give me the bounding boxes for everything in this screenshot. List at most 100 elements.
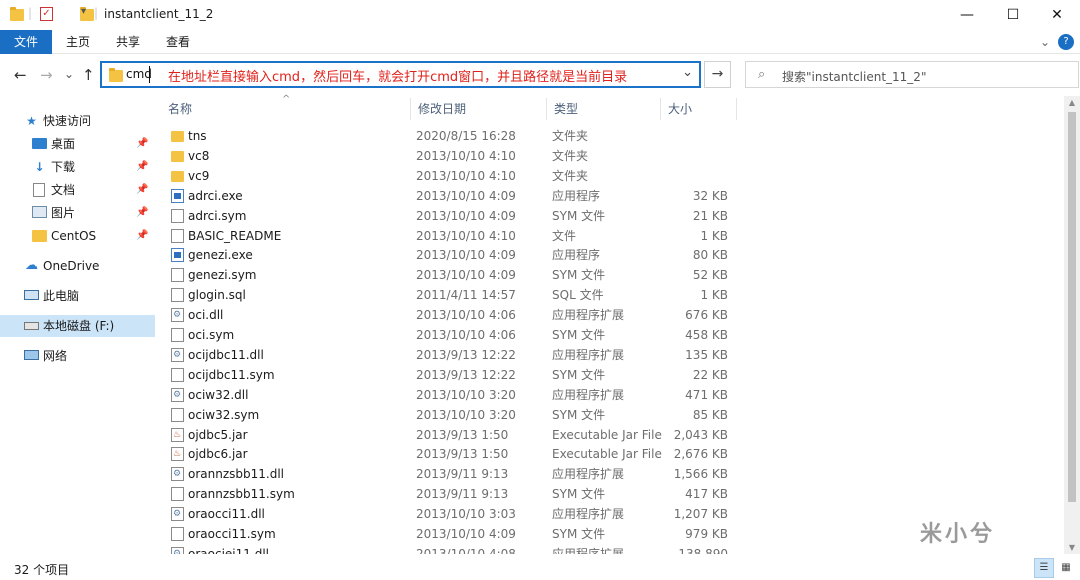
file-date: 2013/10/10 3:03 — [416, 507, 516, 522]
dll-icon — [171, 504, 184, 524]
file-row[interactable]: adrci.exe 2013/10/10 4:09 应用程序 32 KB — [160, 186, 1068, 206]
file-row[interactable]: ociw32.sym 2013/10/10 3:20 SYM 文件 85 KB — [160, 405, 1068, 425]
file-row[interactable]: vc8 2013/10/10 4:10 文件夹 — [160, 146, 1068, 166]
address-bar[interactable]: cmd 在地址栏直接输入cmd，然后回车，就会打开cmd窗口，并且路径就是当前目… — [100, 61, 701, 88]
file-size: 417 KB — [685, 487, 728, 502]
customize-toolbar-icon[interactable]: ▾ — [81, 6, 86, 24]
collapse-ribbon-icon[interactable]: ⌄ — [1038, 30, 1052, 54]
sidebar-item-network[interactable]: 网络 — [0, 345, 155, 367]
file-size: 979 KB — [685, 527, 728, 541]
file-row[interactable]: ocijdbc11.dll 2013/9/13 12:22 应用程序扩展 135 KB — [160, 345, 1068, 365]
pin-icon[interactable]: 📌 — [136, 202, 148, 224]
scroll-thumb[interactable] — [1068, 112, 1076, 502]
details-view-icon[interactable]: ☰ — [1034, 558, 1054, 578]
column-size[interactable]: 大小 — [660, 96, 736, 122]
scroll-up-icon[interactable]: ▲ — [1064, 98, 1080, 107]
recent-locations-button[interactable]: ⌄ — [64, 67, 74, 81]
file-row[interactable]: orannzsbb11.dll 2013/9/11 9:13 应用程序扩展 1,566… — [160, 464, 1068, 484]
pin-icon[interactable]: 📌 — [136, 156, 148, 178]
sidebar-item-quick-access[interactable]: ★ 快速访问 — [0, 110, 155, 132]
file-row[interactable]: genezi.sym 2013/10/10 4:09 SYM 文件 52 KB — [160, 265, 1068, 285]
file-icon — [171, 367, 184, 382]
file-size: 85 KB — [692, 407, 728, 422]
file-size: 471 KB — [685, 387, 728, 402]
file-name: vc8 — [188, 148, 210, 163]
column-date[interactable]: 修改日期 — [410, 96, 546, 122]
file-name: tns — [188, 129, 207, 143]
file-date: 2013/9/11 9:13 — [416, 467, 509, 482]
large-icons-view-icon[interactable]: ▦ — [1056, 558, 1076, 578]
computer-icon — [24, 290, 39, 300]
file-row[interactable]: ociw32.dll 2013/10/10 3:20 应用程序扩展 471 KB — [160, 385, 1068, 405]
close-button[interactable]: ✕ — [1034, 0, 1080, 30]
column-name[interactable]: 名称 — [160, 96, 410, 122]
file-row[interactable]: genezi.exe 2013/10/10 4:09 应用程序 80 KB — [160, 245, 1068, 265]
file-row[interactable]: BASIC_README 2013/10/10 4:10 文件 1 KB — [160, 226, 1068, 246]
sidebar-item-local-disk-f[interactable]: 本地磁盘 (F:) — [0, 315, 155, 337]
address-dropdown-icon[interactable]: ⌄ — [682, 65, 693, 80]
file-row[interactable]: ojdbc6.jar 2013/9/13 1:50 Executable Jar F… — [160, 444, 1068, 464]
maximize-button[interactable]: ☐ — [990, 0, 1036, 30]
tab-home[interactable]: 主页 — [58, 30, 98, 54]
file-row[interactable]: vc9 2013/10/10 4:10 文件夹 — [160, 166, 1068, 186]
file-name: glogin.sql — [188, 288, 246, 303]
file-icon — [171, 268, 184, 283]
dll-icon — [171, 305, 184, 325]
file-date: 2020/8/15 16:28 — [416, 129, 516, 143]
pin-icon[interactable]: 📌 — [136, 133, 148, 155]
file-date: 2011/4/11 14:57 — [416, 288, 516, 303]
file-type: 应用程序扩展 — [552, 507, 625, 522]
help-icon[interactable]: ? — [1058, 34, 1074, 50]
file-name: orannzsbb11.sym — [188, 487, 295, 502]
file-date: 2013/10/10 3:20 — [416, 387, 516, 402]
back-button[interactable]: ← — [14, 66, 27, 84]
sidebar-item-pictures[interactable]: 图片 📌 — [0, 202, 155, 224]
file-row[interactable]: adrci.sym 2013/10/10 4:09 SYM 文件 21 KB — [160, 206, 1068, 226]
application-icon — [171, 188, 184, 203]
file-row[interactable]: tns 2020/8/15 16:28 文件夹 — [160, 126, 1068, 146]
properties-icon[interactable]: ✓ — [40, 7, 53, 21]
file-row[interactable]: oci.sym 2013/10/10 4:06 SYM 文件 458 KB — [160, 325, 1068, 345]
pin-icon[interactable]: 📌 — [136, 225, 148, 247]
column-divider[interactable] — [736, 98, 737, 120]
file-icon — [171, 208, 184, 223]
file-date: 2013/10/10 4:06 — [416, 308, 516, 323]
vertical-scrollbar[interactable]: ▲ ▼ — [1064, 96, 1080, 554]
file-row[interactable]: ocijdbc11.sym 2013/9/13 12:22 SYM 文件 22 KB — [160, 365, 1068, 385]
search-box[interactable]: ⌕ 搜索"instantclient_11_2" — [745, 61, 1079, 88]
forward-button[interactable]: → — [40, 66, 53, 84]
annotation-text: 在地址栏直接输入cmd，然后回车，就会打开cmd窗口，并且路径就是当前目录 — [168, 70, 628, 85]
file-row[interactable]: orannzsbb11.sym 2013/9/11 9:13 SYM 文件 417 K… — [160, 484, 1068, 504]
file-date: 2013/10/10 4:08 — [416, 546, 516, 554]
minimize-button[interactable]: — — [944, 0, 990, 30]
file-row[interactable]: glogin.sql 2011/4/11 14:57 SQL 文件 1 KB — [160, 285, 1068, 305]
scroll-down-icon[interactable]: ▼ — [1064, 543, 1080, 552]
file-row[interactable]: ojdbc5.jar 2013/9/13 1:50 Executable Jar F… — [160, 425, 1068, 445]
file-size: 135 KB — [685, 347, 728, 362]
window-title: instantclient_11_2 — [104, 7, 214, 21]
sidebar-item-desktop[interactable]: 桌面 📌 — [0, 133, 155, 155]
folder-icon — [109, 68, 123, 82]
sidebar-item-documents[interactable]: 文档 📌 — [0, 179, 155, 201]
sidebar-item-centos[interactable]: CentOS 📌 — [0, 225, 155, 247]
go-button[interactable]: → — [704, 61, 731, 88]
file-name: ociw32.dll — [188, 387, 249, 402]
tab-view[interactable]: 查看 — [158, 30, 198, 54]
file-type: 文件夹 — [552, 168, 589, 183]
up-button[interactable]: ↑ — [82, 66, 95, 84]
sidebar-item-downloads[interactable]: ↓ 下载 📌 — [0, 156, 155, 178]
file-name: adrci.sym — [188, 208, 247, 223]
pin-icon[interactable]: 📌 — [136, 179, 148, 201]
sidebar-item-this-pc[interactable]: 此电脑 — [0, 285, 155, 307]
file-size: 1,207 KB — [673, 507, 728, 522]
tab-share[interactable]: 共享 — [108, 30, 148, 54]
column-type[interactable]: 类型 — [546, 96, 660, 122]
file-date: 2013/9/13 12:22 — [416, 347, 516, 362]
file-row[interactable]: oci.dll 2013/10/10 4:06 应用程序扩展 676 KB — [160, 305, 1068, 325]
sidebar-item-onedrive[interactable]: ☁ OneDrive — [0, 255, 155, 277]
navigation-pane: ★ 快速访问 桌面 📌 ↓ 下载 📌 文档 📌 图片 📌 CentOS 📌 ☁ … — [0, 96, 155, 552]
file-type: 应用程序 — [552, 248, 601, 263]
tab-file[interactable]: 文件 — [0, 30, 52, 54]
search-input[interactable]: 搜索"instantclient_11_2" — [782, 68, 926, 85]
cloud-icon: ☁ — [25, 258, 38, 273]
